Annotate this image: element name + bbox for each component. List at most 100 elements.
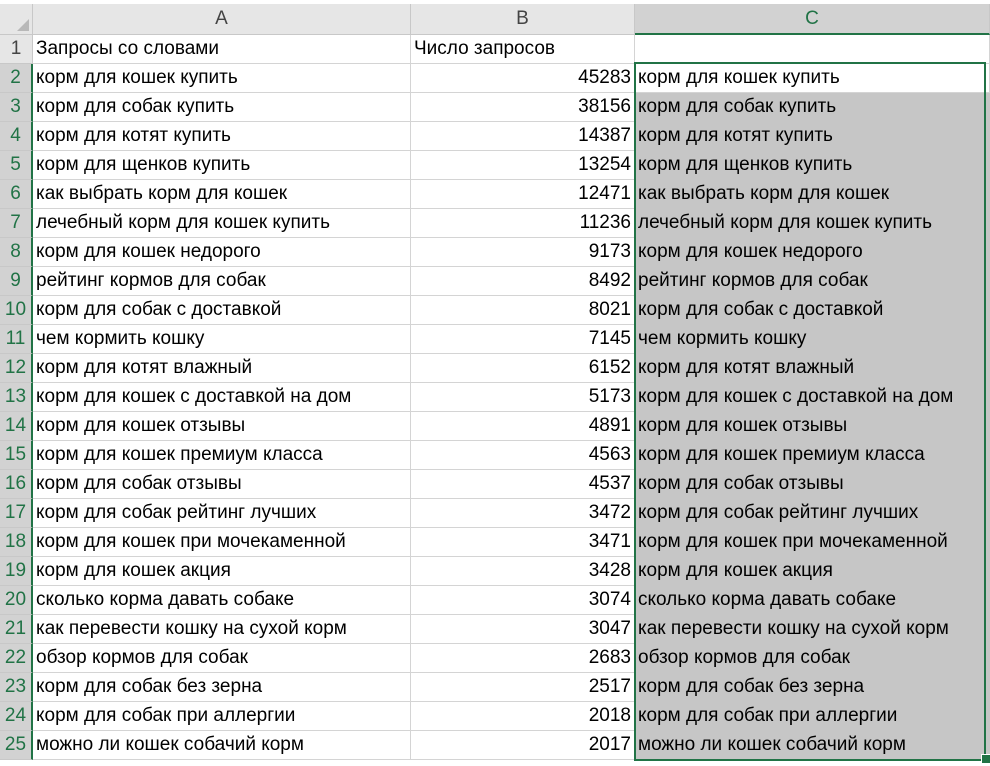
row-header[interactable]: 14 <box>0 412 33 441</box>
cell-b[interactable]: 3047 <box>411 615 635 644</box>
cell-c[interactable]: как выбрать корм для кошек <box>635 180 990 209</box>
row-header[interactable]: 24 <box>0 702 33 731</box>
row-header[interactable]: 10 <box>0 296 33 325</box>
cell-a[interactable]: сколько корма давать собаке <box>33 586 411 615</box>
row-header[interactable]: 18 <box>0 528 33 557</box>
row-header[interactable]: 25 <box>0 731 33 760</box>
cell-c[interactable]: обзор кормов для собак <box>635 644 990 673</box>
row-header[interactable]: 7 <box>0 209 33 238</box>
cell-b1[interactable]: Число запросов <box>411 35 635 64</box>
cell-b[interactable]: 3428 <box>411 557 635 586</box>
cell-b[interactable]: 2017 <box>411 731 635 760</box>
cell-c[interactable]: корм для собак при аллергии <box>635 702 990 731</box>
cell-a[interactable]: корм для кошек с доставкой на дом <box>33 383 411 412</box>
cell-b[interactable]: 7145 <box>411 325 635 354</box>
cell-c[interactable]: корм для кошек премиум класса <box>635 441 990 470</box>
cell-b[interactable]: 8492 <box>411 267 635 296</box>
cell-a1[interactable]: Запросы со словами <box>33 35 411 64</box>
cell-a[interactable]: корм для кошек недорого <box>33 238 411 267</box>
cell-c[interactable]: корм для кошек с доставкой на дом <box>635 383 990 412</box>
row-header[interactable]: 3 <box>0 93 33 122</box>
cell-c[interactable]: корм для котят купить <box>635 122 990 151</box>
cell-b[interactable]: 14387 <box>411 122 635 151</box>
cell-b[interactable]: 2018 <box>411 702 635 731</box>
cell-c[interactable]: корм для кошек при мочекаменной <box>635 528 990 557</box>
cell-b[interactable]: 3471 <box>411 528 635 557</box>
cell-c[interactable]: корм для собак рейтинг лучших <box>635 499 990 528</box>
cell-b[interactable]: 4537 <box>411 470 635 499</box>
cell-a[interactable]: корм для собак без зерна <box>33 673 411 702</box>
cell-b[interactable]: 38156 <box>411 93 635 122</box>
row-header[interactable]: 19 <box>0 557 33 586</box>
cell-b[interactable]: 4563 <box>411 441 635 470</box>
cell-a[interactable]: рейтинг кормов для собак <box>33 267 411 296</box>
cell-c[interactable]: сколько корма давать собаке <box>635 586 990 615</box>
cell-a[interactable]: как перевести кошку на сухой корм <box>33 615 411 644</box>
cell-b[interactable]: 45283 <box>411 64 635 93</box>
column-header-b[interactable]: B <box>411 4 635 35</box>
cell-b[interactable]: 3472 <box>411 499 635 528</box>
row-header[interactable]: 5 <box>0 151 33 180</box>
cell-a[interactable]: корм для собак отзывы <box>33 470 411 499</box>
row-header[interactable]: 23 <box>0 673 33 702</box>
cell-a[interactable]: корм для котят влажный <box>33 354 411 383</box>
cell-c[interactable]: корм для кошек отзывы <box>635 412 990 441</box>
cell-a[interactable]: корм для кошек при мочекаменной <box>33 528 411 557</box>
cell-b[interactable]: 9173 <box>411 238 635 267</box>
cell-a[interactable]: корм для собак с доставкой <box>33 296 411 325</box>
cell-b[interactable]: 2683 <box>411 644 635 673</box>
cell-b[interactable]: 8021 <box>411 296 635 325</box>
row-header[interactable]: 1 <box>0 35 33 64</box>
cell-c[interactable]: можно ли кошек собачий корм <box>635 731 990 760</box>
column-header-a[interactable]: A <box>33 4 411 35</box>
cell-a[interactable]: корм для щенков купить <box>33 151 411 180</box>
row-header[interactable]: 6 <box>0 180 33 209</box>
cell-c[interactable]: корм для собак купить <box>635 93 990 122</box>
cell-a[interactable]: корм для кошек отзывы <box>33 412 411 441</box>
cell-c[interactable]: корм для собак отзывы <box>635 470 990 499</box>
row-header[interactable]: 8 <box>0 238 33 267</box>
row-header[interactable]: 17 <box>0 499 33 528</box>
cell-c[interactable]: корм для собак без зерна <box>635 673 990 702</box>
row-header[interactable]: 13 <box>0 383 33 412</box>
cell-c[interactable]: корм для кошек акция <box>635 557 990 586</box>
row-header[interactable]: 2 <box>0 64 33 93</box>
cell-c[interactable]: как перевести кошку на сухой корм <box>635 615 990 644</box>
cell-c1[interactable] <box>635 35 990 64</box>
cell-a[interactable]: корм для кошек премиум класса <box>33 441 411 470</box>
cell-a[interactable]: корм для собак при аллергии <box>33 702 411 731</box>
row-header[interactable]: 11 <box>0 325 33 354</box>
cell-b[interactable]: 12471 <box>411 180 635 209</box>
cell-a[interactable]: чем кормить кошку <box>33 325 411 354</box>
cell-c[interactable]: корм для котят влажный <box>635 354 990 383</box>
cell-b[interactable]: 3074 <box>411 586 635 615</box>
cell-c[interactable]: чем кормить кошку <box>635 325 990 354</box>
cell-a[interactable]: корм для кошек купить <box>33 64 411 93</box>
fill-handle[interactable] <box>981 754 990 764</box>
cell-a[interactable]: обзор кормов для собак <box>33 644 411 673</box>
row-header[interactable]: 12 <box>0 354 33 383</box>
active-cell-c[interactable]: корм для кошек купить <box>635 64 990 93</box>
cell-a[interactable]: можно ли кошек собачий корм <box>33 731 411 760</box>
cell-c[interactable]: корм для собак с доставкой <box>635 296 990 325</box>
cell-b[interactable]: 2517 <box>411 673 635 702</box>
cell-c[interactable]: рейтинг кормов для собак <box>635 267 990 296</box>
cell-a[interactable]: лечебный корм для кошек купить <box>33 209 411 238</box>
cell-a[interactable]: как выбрать корм для кошек <box>33 180 411 209</box>
cell-b[interactable]: 4891 <box>411 412 635 441</box>
cell-b[interactable]: 5173 <box>411 383 635 412</box>
row-header[interactable]: 9 <box>0 267 33 296</box>
cell-a[interactable]: корм для собак купить <box>33 93 411 122</box>
row-header[interactable]: 4 <box>0 122 33 151</box>
cell-a[interactable]: корм для кошек акция <box>33 557 411 586</box>
row-header[interactable]: 21 <box>0 615 33 644</box>
column-header-c[interactable]: C <box>635 4 990 35</box>
row-header[interactable]: 22 <box>0 644 33 673</box>
cell-b[interactable]: 6152 <box>411 354 635 383</box>
cell-c[interactable]: корм для кошек недорого <box>635 238 990 267</box>
cell-b[interactable]: 13254 <box>411 151 635 180</box>
row-header[interactable]: 20 <box>0 586 33 615</box>
select-all-corner[interactable] <box>0 4 33 35</box>
row-header[interactable]: 15 <box>0 441 33 470</box>
cell-c[interactable]: корм для щенков купить <box>635 151 990 180</box>
